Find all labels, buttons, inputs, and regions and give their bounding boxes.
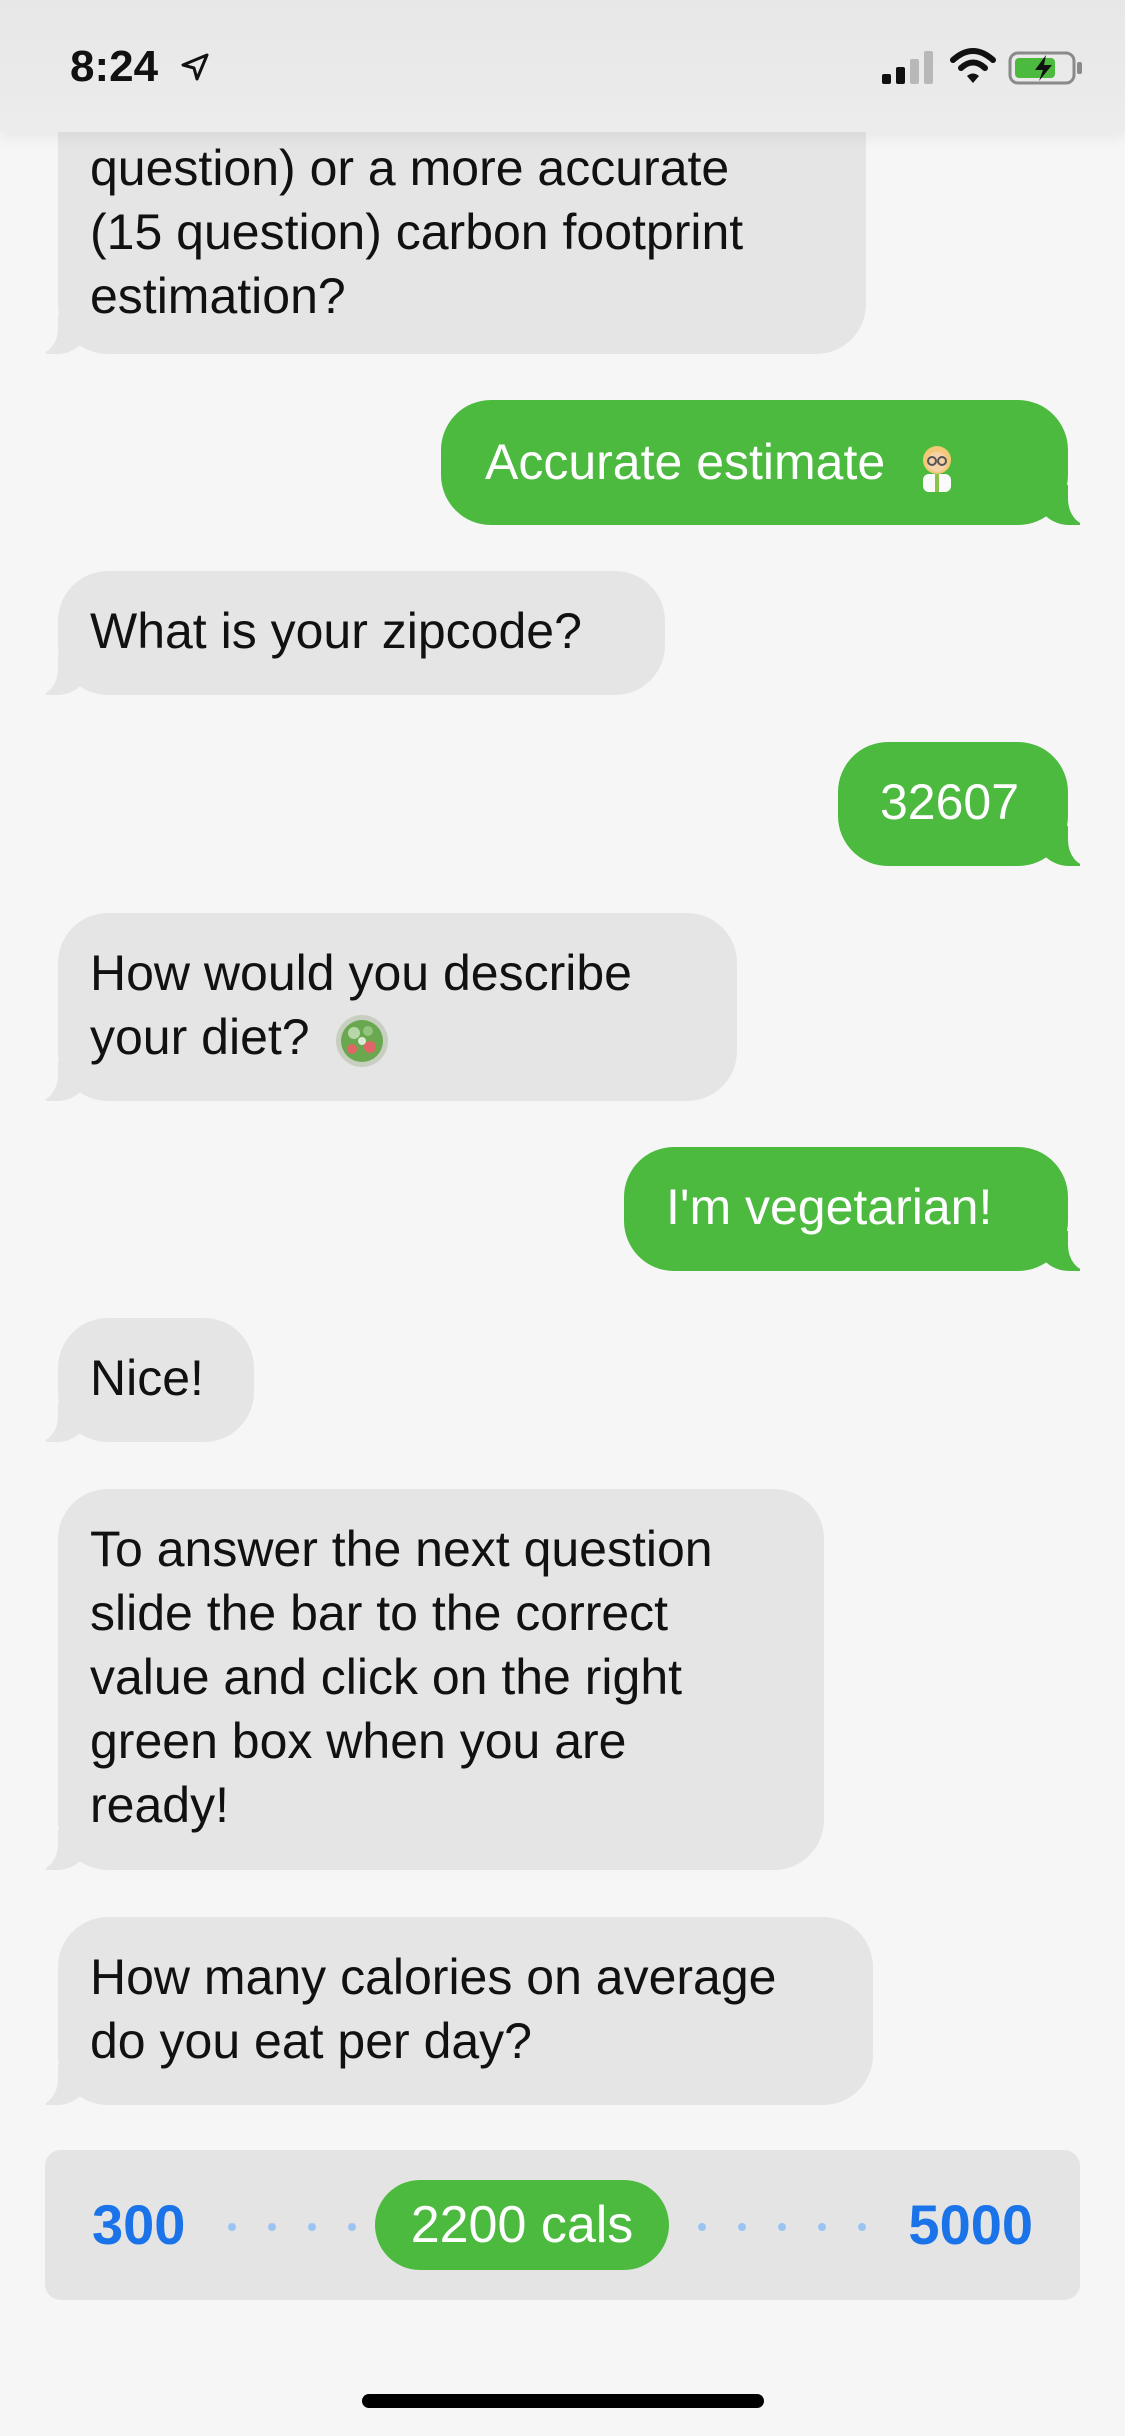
track-dot xyxy=(778,2223,786,2231)
track-dot xyxy=(308,2223,316,2231)
user-message: 32607 xyxy=(838,742,1096,866)
message-text: your diet? xyxy=(90,1009,310,1065)
message-line: estimation? xyxy=(90,268,346,324)
track-dot xyxy=(228,2223,236,2231)
bot-message: question) or a more accurate (15 questio… xyxy=(30,96,866,354)
status-bar: 8:24 xyxy=(0,0,1125,132)
calorie-slider[interactable]: 300 2200 cals 5000 xyxy=(45,2150,1080,2300)
slider-track-right[interactable] xyxy=(698,2223,868,2231)
bot-message: What is your zipcode? xyxy=(30,571,665,695)
message-line: To answer the next question xyxy=(90,1521,713,1577)
message-line: Nice! xyxy=(90,1350,204,1406)
track-dot xyxy=(348,2223,356,2231)
bot-message: How would you describe your diet? xyxy=(30,913,737,1101)
user-message: Accurate estimate xyxy=(441,400,1096,525)
salad-emoji-icon xyxy=(335,1014,388,1067)
message-line: value and click on the right xyxy=(90,1649,683,1705)
message-line: slide the bar to the correct xyxy=(90,1585,669,1641)
status-time: 8:24 xyxy=(70,42,159,91)
wifi-icon xyxy=(950,48,996,83)
track-dot xyxy=(858,2223,866,2231)
scientist-emoji-icon xyxy=(923,445,952,492)
chat-thread: question) or a more accurate (15 questio… xyxy=(0,0,1125,2150)
bot-message: To answer the next question slide the ba… xyxy=(30,1489,824,1870)
message-line: (15 question) carbon footprint xyxy=(90,204,744,260)
bot-message: How many calories on average do you eat … xyxy=(30,1917,873,2105)
user-message: I'm vegetarian! xyxy=(624,1147,1096,1271)
bot-message: Nice! xyxy=(30,1318,254,1442)
message-line: your diet? xyxy=(90,1005,705,1069)
track-dot xyxy=(818,2223,826,2231)
track-dot xyxy=(698,2223,706,2231)
message-line: ready! xyxy=(90,1777,229,1833)
track-dot xyxy=(738,2223,746,2231)
message-line: How would you describe xyxy=(90,945,632,1001)
slider-thumb-value-button[interactable]: 2200 cals xyxy=(375,2180,669,2270)
message-line: question) or a more accurate xyxy=(90,140,730,196)
message-line: What is your zipcode? xyxy=(90,603,582,659)
location-arrow-icon xyxy=(181,53,209,81)
message-text: 32607 xyxy=(880,774,1020,830)
message-line: green box when you are xyxy=(90,1713,627,1769)
message-text: I'm vegetarian! xyxy=(666,1179,993,1235)
cellular-signal-icon xyxy=(882,51,933,84)
message-line: do you eat per day? xyxy=(90,2013,532,2069)
slider-min-label: 300 xyxy=(92,2193,186,2256)
message-line: How many calories on average xyxy=(90,1949,777,2005)
home-indicator[interactable] xyxy=(362,2394,764,2408)
track-dot xyxy=(268,2223,276,2231)
battery-charging-icon xyxy=(1008,51,1082,85)
slider-max-label: 5000 xyxy=(908,2193,1033,2256)
slider-track-left[interactable] xyxy=(228,2223,358,2231)
message-text: Accurate estimate xyxy=(485,434,886,490)
